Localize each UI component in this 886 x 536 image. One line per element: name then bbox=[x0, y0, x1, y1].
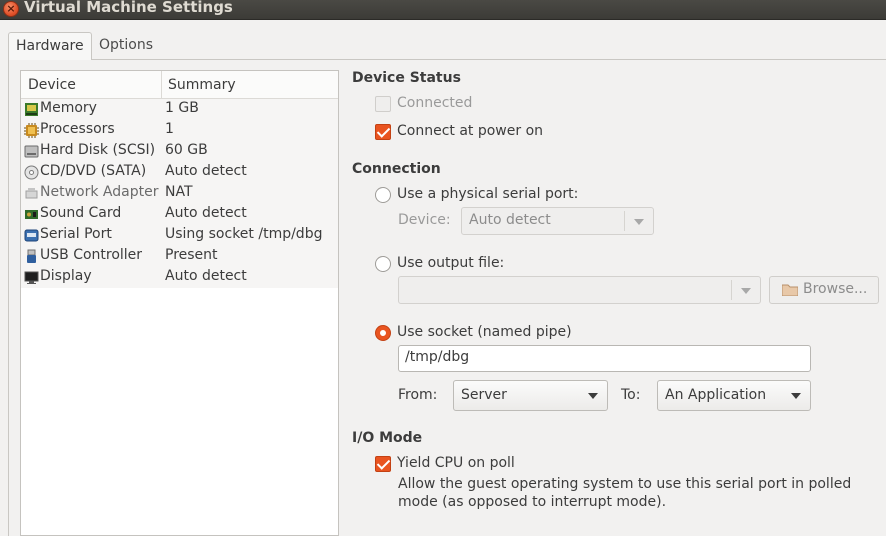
device-summary: NAT bbox=[165, 184, 193, 200]
connection-heading: Connection bbox=[352, 161, 441, 177]
folder-icon bbox=[782, 284, 798, 296]
socket-radio[interactable] bbox=[375, 325, 391, 341]
chevron-down-icon bbox=[741, 288, 751, 294]
connect-at-power-on-checkbox[interactable] bbox=[375, 124, 391, 140]
device-row-display[interactable]: Display Auto detect bbox=[21, 267, 338, 288]
device-status-heading: Device Status bbox=[352, 70, 461, 86]
device-row-cd-dvd[interactable]: CD/DVD (SATA) Auto detect bbox=[21, 162, 338, 183]
device-name: Network Adapter bbox=[40, 184, 159, 200]
from-combo-value: Server bbox=[461, 387, 507, 403]
title-bar: × Virtual Machine Settings bbox=[0, 0, 886, 20]
device-name: CD/DVD (SATA) bbox=[40, 163, 147, 179]
device-name: Display bbox=[40, 268, 92, 284]
device-summary: Using socket /tmp/dbg bbox=[165, 226, 323, 242]
yield-cpu-label[interactable]: Yield CPU on poll bbox=[397, 455, 515, 471]
hard-disk-icon bbox=[24, 145, 39, 158]
device-summary: Auto detect bbox=[165, 268, 247, 284]
device-list[interactable]: Device Summary Memory 1 GB Processors 1 … bbox=[20, 70, 339, 536]
connected-checkbox bbox=[375, 96, 391, 112]
physical-serial-port-label[interactable]: Use a physical serial port: bbox=[397, 186, 578, 202]
chevron-down-icon bbox=[588, 393, 598, 399]
device-name: Hard Disk (SCSI) bbox=[40, 142, 156, 158]
chevron-down-icon bbox=[791, 393, 801, 399]
network-icon bbox=[25, 188, 38, 199]
device-name: Serial Port bbox=[40, 226, 112, 242]
device-name: Memory bbox=[40, 100, 97, 116]
device-combo: Auto detect bbox=[461, 207, 654, 235]
browse-button: Browse... bbox=[769, 276, 879, 304]
from-label: From: bbox=[398, 387, 438, 403]
processor-icon bbox=[24, 123, 39, 138]
output-file-radio[interactable] bbox=[375, 256, 391, 272]
device-summary: Auto detect bbox=[165, 163, 247, 179]
socket-label[interactable]: Use socket (named pipe) bbox=[397, 324, 572, 340]
sound-card-icon bbox=[25, 210, 38, 219]
device-name: USB Controller bbox=[40, 247, 143, 263]
from-combo[interactable]: Server bbox=[453, 380, 608, 411]
device-row-serial-port[interactable]: Serial Port Using socket /tmp/dbg bbox=[21, 225, 338, 246]
physical-serial-port-radio[interactable] bbox=[375, 187, 391, 203]
usb-icon bbox=[27, 249, 36, 263]
io-mode-heading: I/O Mode bbox=[352, 430, 423, 446]
to-label: To: bbox=[621, 387, 641, 403]
device-row-usb-controller[interactable]: USB Controller Present bbox=[21, 246, 338, 267]
window-title: Virtual Machine Settings bbox=[24, 0, 233, 16]
device-list-header: Device Summary bbox=[21, 71, 338, 99]
device-name: Sound Card bbox=[40, 205, 122, 221]
yield-cpu-checkbox[interactable] bbox=[375, 456, 391, 472]
tab-options[interactable]: Options bbox=[92, 32, 166, 60]
column-header-device[interactable]: Device bbox=[28, 77, 76, 93]
device-combo-value: Auto detect bbox=[469, 212, 551, 228]
device-summary: Auto detect bbox=[165, 205, 247, 221]
device-summary: 60 GB bbox=[165, 142, 208, 158]
device-row-hard-disk[interactable]: Hard Disk (SCSI) 60 GB bbox=[21, 141, 338, 162]
io-mode-description: Allow the guest operating system to use … bbox=[398, 476, 852, 510]
device-summary: 1 GB bbox=[165, 100, 199, 116]
device-row-memory[interactable]: Memory 1 GB bbox=[21, 99, 338, 120]
device-row-processors[interactable]: Processors 1 bbox=[21, 120, 338, 141]
to-combo[interactable]: An Application bbox=[657, 380, 811, 411]
tab-hardware[interactable]: Hardware bbox=[8, 32, 92, 60]
to-combo-value: An Application bbox=[665, 387, 767, 403]
device-summary: 1 bbox=[165, 121, 174, 137]
device-row-sound-card[interactable]: Sound Card Auto detect bbox=[21, 204, 338, 225]
column-header-summary[interactable]: Summary bbox=[168, 77, 236, 93]
device-row-network-adapter[interactable]: Network Adapter NAT bbox=[21, 183, 338, 204]
display-icon bbox=[24, 271, 39, 284]
output-file-combo bbox=[398, 276, 761, 304]
output-file-label[interactable]: Use output file: bbox=[397, 255, 504, 271]
device-rows: Memory 1 GB Processors 1 Hard Disk (SCSI… bbox=[21, 99, 338, 288]
socket-path-input[interactable] bbox=[405, 349, 795, 365]
serial-port-icon bbox=[24, 229, 39, 242]
socket-path-field[interactable] bbox=[398, 345, 811, 372]
chevron-down-icon bbox=[634, 219, 644, 225]
memory-icon bbox=[25, 103, 38, 116]
device-summary: Present bbox=[165, 247, 218, 263]
connected-label: Connected bbox=[397, 95, 473, 111]
cd-dvd-icon bbox=[24, 165, 39, 180]
device-label: Device: bbox=[398, 212, 451, 228]
device-name: Processors bbox=[40, 121, 115, 137]
close-window-button[interactable]: × bbox=[3, 1, 19, 17]
browse-button-label: Browse... bbox=[803, 281, 868, 297]
connect-at-power-on-label[interactable]: Connect at power on bbox=[397, 123, 543, 139]
